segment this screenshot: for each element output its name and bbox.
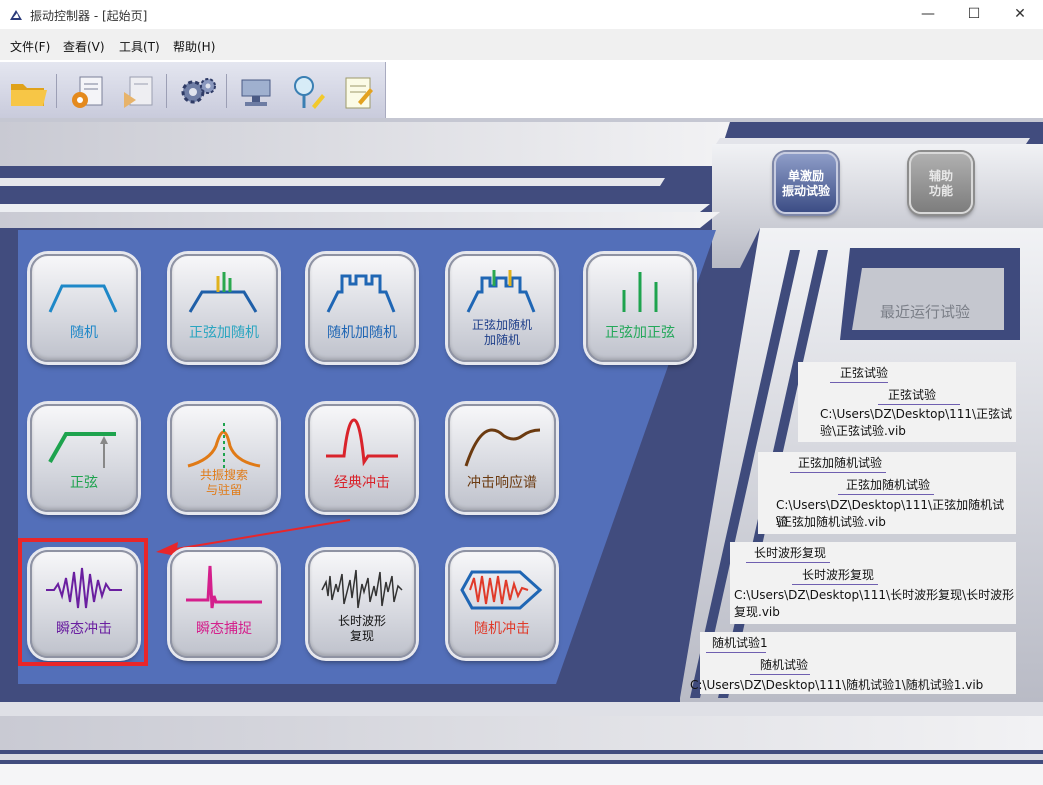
app-logo-icon (10, 10, 22, 20)
underline (750, 674, 810, 675)
recent-item-name: 随机试验1 (712, 636, 768, 650)
recent-item-2[interactable]: 正弦加随机试验 正弦加随机试验 C:\Users\DZ\Desktop\111\… (758, 452, 1016, 534)
minimize-button[interactable]: — (905, 0, 951, 30)
assist-line1: 辅助 (928, 169, 953, 183)
tile-classic-shock[interactable]: 经典冲击 (308, 404, 416, 512)
recent-item-path2: 验\正弦试验.vib (820, 424, 906, 438)
recent-item-path1: C:\Users\DZ\Desktop\111\随机试验1\随机试验1.vib (690, 678, 984, 692)
tile-sine-on-sine-label: 正弦加正弦 (605, 325, 675, 341)
tile-resonance-label1: 共振搜索 (199, 468, 248, 482)
underline (706, 652, 766, 653)
notes-icon[interactable] (338, 72, 378, 112)
single-excite-line2: 振动试验 (781, 184, 830, 198)
recent-item-path2: 复现.vib (734, 605, 780, 619)
recent-tests-title: 最近运行试验 (880, 303, 971, 321)
recent-item-4[interactable]: 随机试验1 随机试验 C:\Users\DZ\Desktop\111\随机试验1… (690, 632, 1016, 694)
toolbar-separator (56, 74, 57, 108)
tile-random-on-random[interactable]: 随机加随机 (308, 254, 416, 362)
recent-item-sub: 随机试验 (760, 658, 809, 672)
toolbar-separator (166, 74, 167, 108)
recent-item-name: 正弦试验 (840, 366, 889, 380)
tile-long-wave-label1: 长时波形 (337, 614, 386, 628)
tile-transient-capture[interactable]: 瞬态捕捉 (170, 550, 278, 658)
tile-sine-random-random[interactable]: 正弦加随机 加随机 (448, 254, 556, 362)
tile-random-shock-label: 随机冲击 (474, 621, 530, 637)
tile-resonance[interactable]: 共振搜索 与驻留 (170, 404, 278, 512)
tile-srs-label: 冲击响应谱 (467, 475, 537, 491)
toolbar-separator (226, 74, 227, 108)
underline (792, 584, 878, 585)
recent-item-path1: C:\Users\DZ\Desktop\111\长时波形复现\长时波形 (734, 588, 1015, 602)
play-doc-icon[interactable] (118, 72, 158, 112)
underline (830, 382, 888, 383)
menu-view[interactable]: 查看(V) (63, 38, 105, 55)
recent-item-sub: 正弦试验 (888, 388, 937, 402)
recent-item-name: 长时波形复现 (754, 546, 827, 560)
recent-item-sub: 正弦加随机试验 (846, 478, 931, 492)
close-button[interactable]: ✕ (997, 0, 1043, 30)
underline (878, 404, 960, 405)
random-on-random-icon (326, 274, 396, 313)
sine-sweep-icon (48, 432, 116, 468)
monitor-icon[interactable] (236, 72, 276, 112)
title-bar: 振动控制器 - [起始页] — ☐ ✕ (0, 0, 1043, 30)
random-spectrum-icon (48, 284, 118, 313)
tile-random-label: 随机 (70, 325, 98, 341)
single-excite-line1: 单激励 (787, 169, 824, 183)
tile-srs[interactable]: 冲击响应谱 (448, 404, 556, 512)
assist-functions-button[interactable]: 辅助 功能 (909, 152, 973, 214)
srs-curve-icon (464, 428, 541, 467)
tile-long-wave-label2: 复现 (349, 629, 374, 643)
window-title: 振动控制器 - [起始页] (30, 9, 148, 23)
tile-sine[interactable]: 正弦 (30, 404, 138, 512)
gears-icon[interactable] (178, 72, 218, 112)
open-folder-icon[interactable] (8, 72, 48, 112)
sine-on-random-icon (188, 272, 258, 313)
toolbar (0, 62, 386, 118)
menu-tools[interactable]: 工具(T) (119, 38, 160, 55)
single-excite-test-button[interactable]: 单激励 振动试验 (774, 152, 838, 214)
long-waveform-icon (321, 569, 403, 609)
underline (838, 494, 934, 495)
resonance-dwell-icon (187, 420, 261, 468)
highlight-box (18, 538, 148, 666)
sine-on-sine-icon (622, 272, 658, 312)
tile-random-shock[interactable]: 随机冲击 (448, 550, 556, 658)
tile-sine-random-random-label1: 正弦加随机 (471, 318, 532, 332)
menu-bar: 文件(F) 查看(V) 工具(T) 帮助(H) (0, 30, 1043, 60)
recent-item-path1: C:\Users\DZ\Desktop\111\正弦试 (820, 407, 1013, 421)
classic-shock-icon (326, 418, 398, 467)
tile-sine-on-random[interactable]: 正弦加随机 (170, 254, 278, 362)
menu-help[interactable]: 帮助(H) (173, 38, 215, 55)
random-shock-icon (460, 570, 543, 610)
underline (746, 562, 830, 563)
settings-doc-icon[interactable] (68, 72, 108, 112)
recent-item-path2: \正弦加随机试验.vib (776, 515, 886, 529)
recent-item-name: 正弦加随机试验 (798, 456, 883, 470)
start-page: 单激励 振动试验 辅助 功能 最近运行试验 正弦试验 正弦试验 C:\Users… (0, 118, 1043, 785)
tile-random-on-random-label: 随机加随机 (327, 325, 397, 341)
tile-sine-label: 正弦 (70, 475, 98, 491)
underline (790, 472, 886, 473)
recent-item-1[interactable]: 正弦试验 正弦试验 C:\Users\DZ\Desktop\111\正弦试 验\… (798, 362, 1016, 442)
tile-sine-on-random-label: 正弦加随机 (189, 325, 259, 341)
tile-long-wave[interactable]: 长时波形 复现 (308, 550, 416, 658)
tile-resonance-label2: 与驻留 (205, 483, 242, 497)
tile-classic-shock-label: 经典冲击 (334, 475, 390, 491)
assist-line2: 功能 (928, 184, 953, 198)
tile-random[interactable]: 随机 (30, 254, 138, 362)
recent-item-sub: 长时波形复现 (802, 568, 875, 582)
sine-random-random-icon (466, 270, 536, 313)
tile-sine-on-sine[interactable]: 正弦加正弦 (586, 254, 694, 362)
recent-item-3[interactable]: 长时波形复现 长时波形复现 C:\Users\DZ\Desktop\111\长时… (730, 542, 1016, 624)
tile-sine-random-random-label2: 加随机 (483, 333, 520, 347)
search-edit-icon[interactable] (288, 72, 328, 112)
menu-file[interactable]: 文件(F) (10, 38, 50, 55)
tile-transient-capture-label: 瞬态捕捉 (196, 621, 252, 637)
transient-capture-icon (186, 565, 262, 609)
maximize-button[interactable]: ☐ (951, 0, 997, 30)
